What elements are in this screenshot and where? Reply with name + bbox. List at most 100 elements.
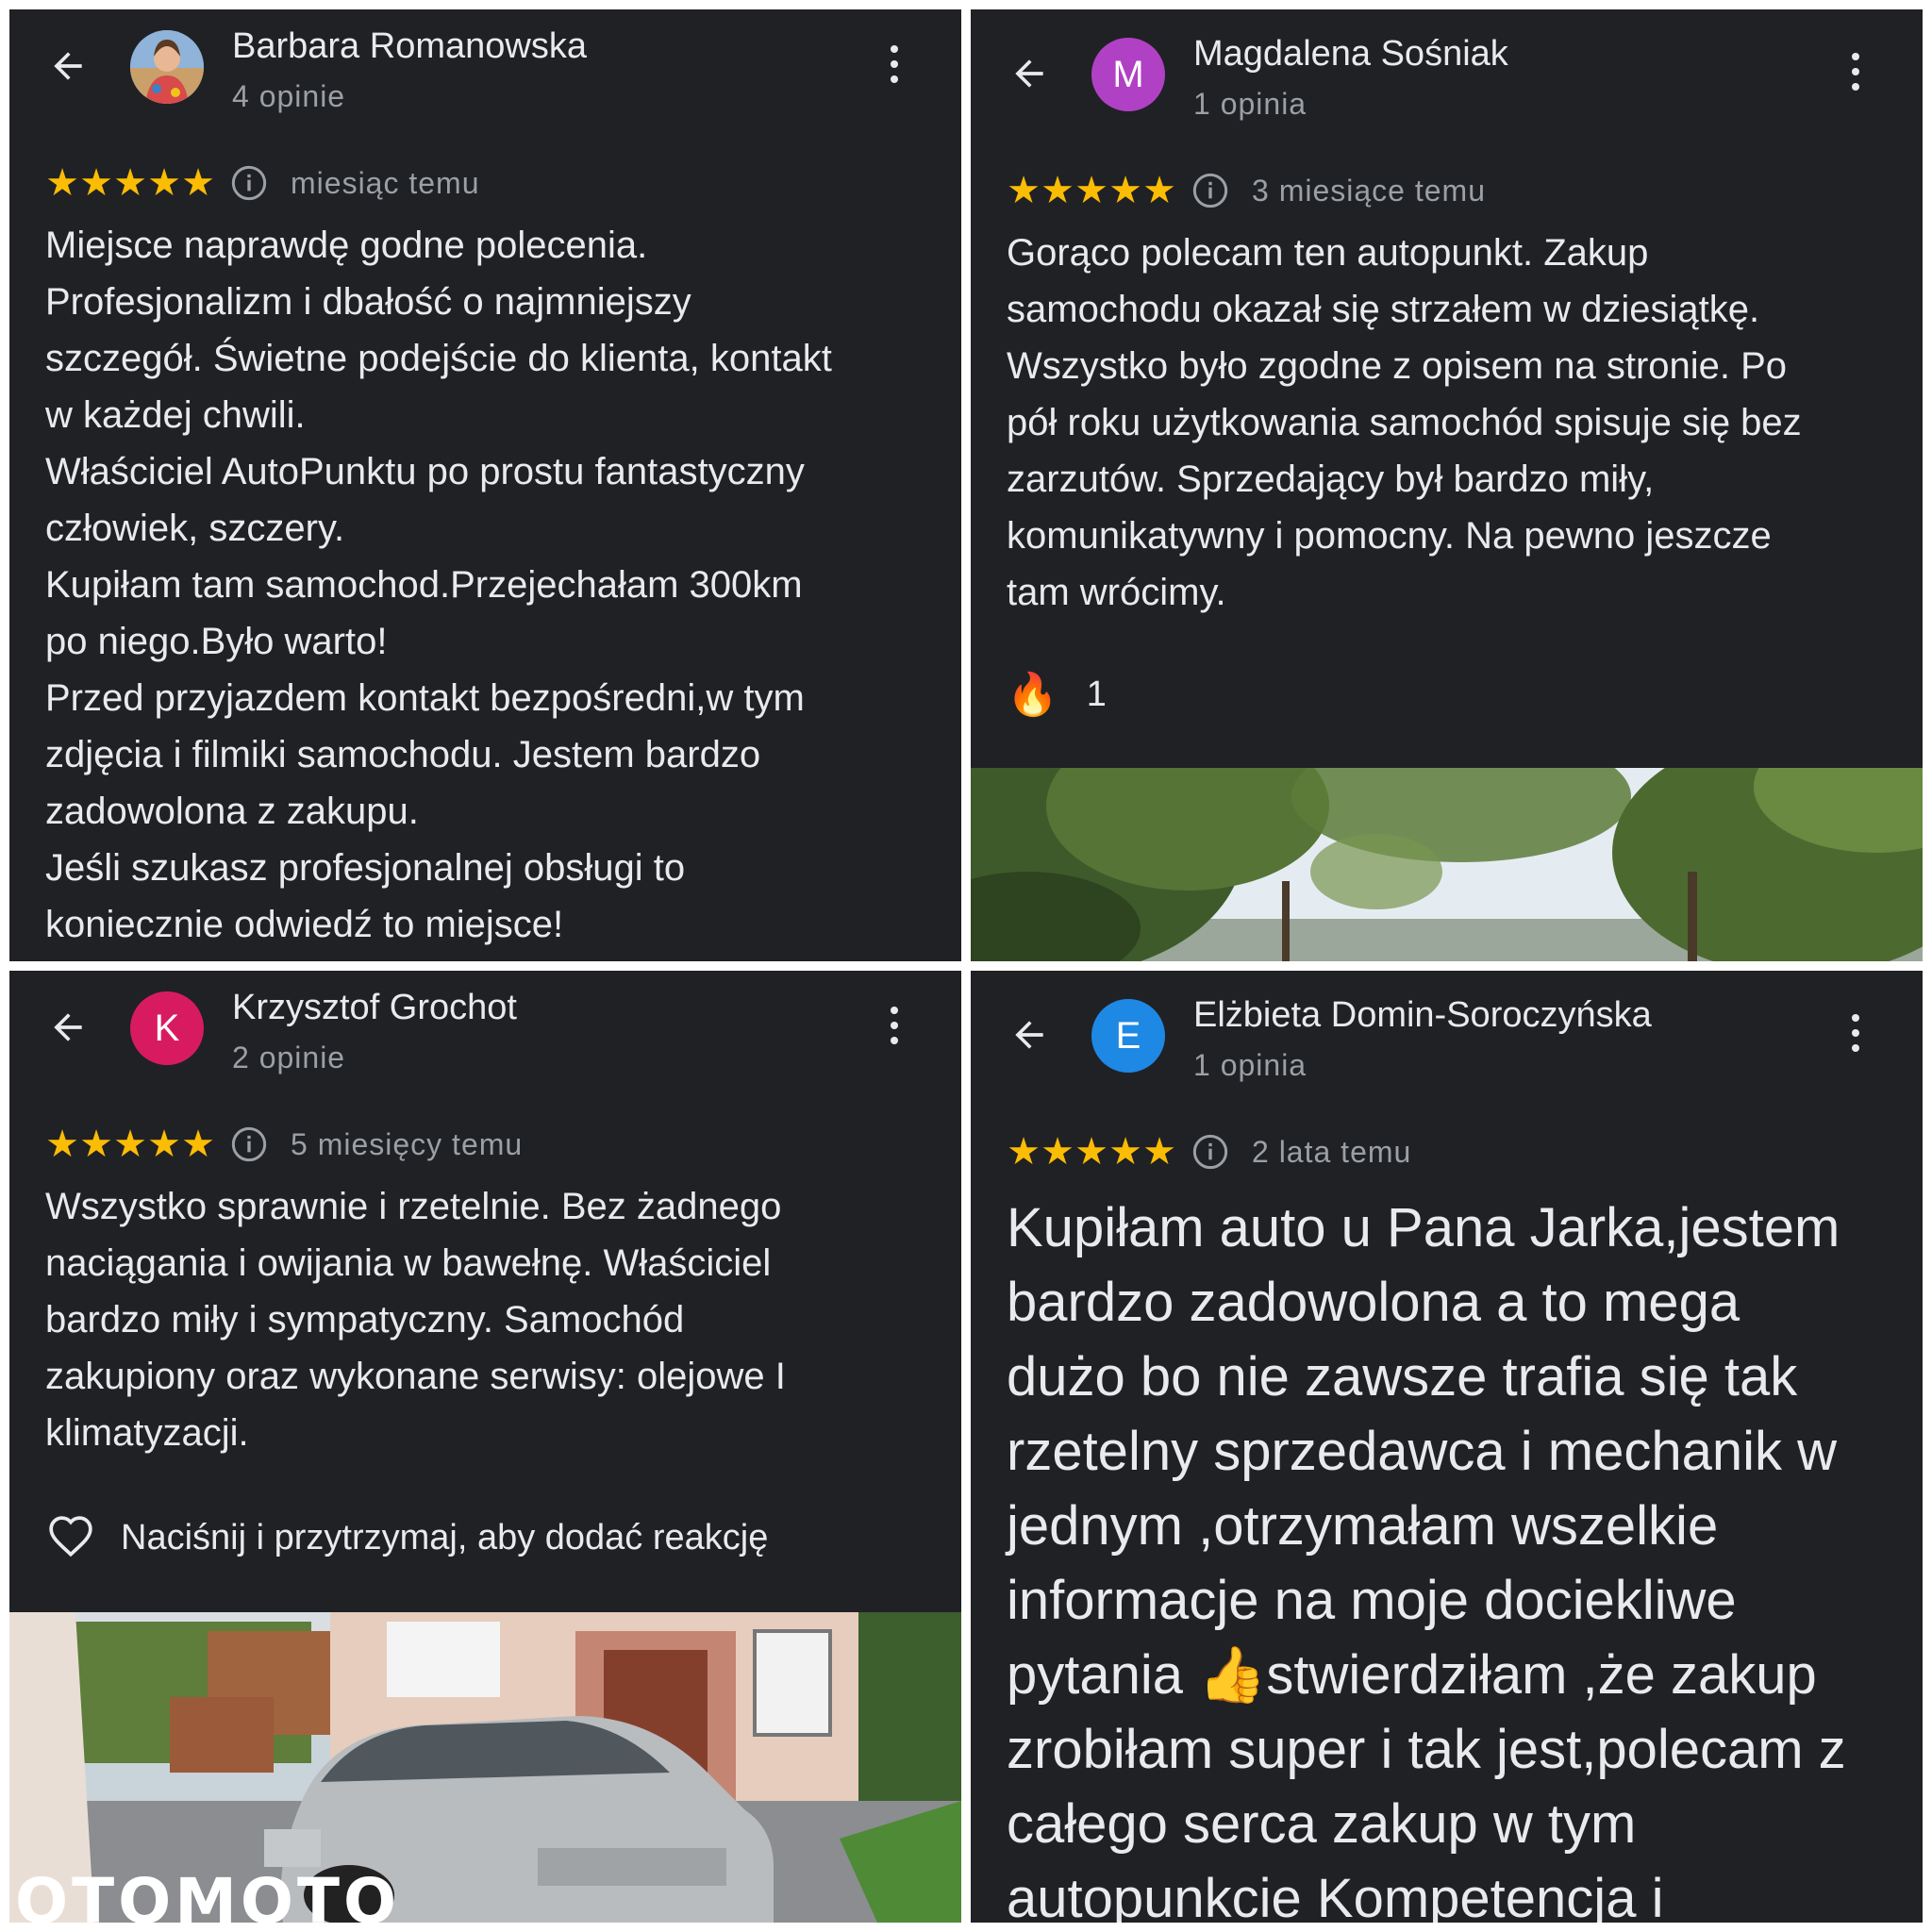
review-photo-car[interactable]: OTOMOTO xyxy=(9,1612,961,1923)
star-icon: ★ xyxy=(79,1124,113,1165)
review-line: człowiek, szczery. xyxy=(45,508,345,549)
review-card-barbara: Barbara Romanowska 4 opinie ★ ★ ★ ★ ★ mi… xyxy=(9,9,961,961)
star-icon: ★ xyxy=(79,162,113,204)
star-icon: ★ xyxy=(1108,170,1142,211)
star-icon: ★ xyxy=(1007,1131,1041,1173)
review-line: Jeśli szukasz profesjonalnej obsługi to xyxy=(45,847,686,889)
review-line: Kupiłam tam samochod.Przejechałam 300km xyxy=(45,564,803,606)
review-line: zdjęcia i filmiki samochodu. Jestem bard… xyxy=(45,734,761,775)
reviewer-name[interactable]: Krzysztof Grochot xyxy=(232,988,517,1028)
review-date: 3 miesiące temu xyxy=(1252,173,1486,208)
star-icon: ★ xyxy=(1074,170,1108,211)
star-icon: ★ xyxy=(1007,170,1041,211)
star-icon: ★ xyxy=(1142,1131,1176,1173)
review-line: całego serca zakup w tym xyxy=(1007,1793,1637,1855)
review-line: samochodu okazał się strzałem w dziesiąt… xyxy=(1007,289,1760,330)
review-line: rzetelny sprzedawca i mechanik w xyxy=(1007,1421,1838,1482)
reaction-count: 1 xyxy=(1086,674,1107,714)
review-line: zrobiłam super i tak jest,polecam z xyxy=(1007,1719,1846,1780)
review-card-magdalena: M Magdalena Sośniak 1 opinia ★ ★ ★ ★ ★ 3… xyxy=(971,9,1923,961)
reaction-prompt: Naciśnij i przytrzymaj, aby dodać reakcj… xyxy=(121,1517,769,1557)
review-line: Gorąco polecam ten autopunkt. Zakup xyxy=(1007,232,1649,274)
star-icon: ★ xyxy=(1108,1131,1142,1173)
star-icon: ★ xyxy=(1041,170,1074,211)
review-line: pytania 👍stwierdziłam ,że zakup xyxy=(1007,1644,1817,1706)
review-line: Profesjonalizm i dbałość o najmniejszy xyxy=(45,281,691,323)
review-line: koniecznie odwiedź to miejsce! xyxy=(45,904,564,945)
avatar[interactable]: E xyxy=(1091,999,1165,1073)
review-line: komunikatywny i pomocny. Na pewno jeszcz… xyxy=(1007,515,1772,557)
star-icon: ★ xyxy=(113,162,147,204)
review-line: zakupiony oraz wykonane serwisy: olejowe… xyxy=(45,1356,786,1397)
avatar-letter: K xyxy=(154,1007,180,1049)
review-line: naciągania i owijania w bawełnę. Właścic… xyxy=(45,1242,772,1284)
back-arrow-icon[interactable] xyxy=(1008,53,1050,94)
review-line: klimatyzacji. xyxy=(45,1412,249,1454)
heart-icon xyxy=(47,1514,94,1561)
info-icon[interactable] xyxy=(1191,1133,1229,1171)
review-text: Gorąco polecam ten autopunkt. Zakup samo… xyxy=(1007,225,1893,621)
reviewer-name[interactable]: Barbara Romanowska xyxy=(232,26,587,67)
review-line: tam wrócimy. xyxy=(1007,572,1226,613)
info-icon[interactable] xyxy=(230,1125,268,1163)
otomoto-watermark: OTOMOTO xyxy=(15,1865,401,1923)
review-line: Wszystko sprawnie i rzetelnie. Bez żadne… xyxy=(45,1186,782,1227)
review-card-krzysztof: K Krzysztof Grochot 2 opinie ★ ★ ★ ★ ★ 5… xyxy=(9,971,961,1923)
avatar[interactable] xyxy=(130,30,204,104)
rating-row: ★ ★ ★ ★ ★ 5 miesięcy temu xyxy=(45,1124,523,1165)
rating-row: ★ ★ ★ ★ ★ miesiąc temu xyxy=(45,162,480,204)
reviewer-name[interactable]: Elżbieta Domin-Soroczyńska xyxy=(1193,995,1652,1036)
review-line: informacje na moje dociekliwe xyxy=(1007,1570,1737,1631)
reviewer-name[interactable]: Magdalena Sośniak xyxy=(1193,34,1508,75)
rating-row: ★ ★ ★ ★ ★ 2 lata temu xyxy=(1007,1131,1411,1173)
star-icon: ★ xyxy=(1041,1131,1074,1173)
review-line: szczegół. Świetne podejście do klienta, … xyxy=(45,338,832,379)
more-options-icon[interactable] xyxy=(885,1007,904,1052)
review-line: dużo bo nie zawsze trafia się tak xyxy=(1007,1346,1798,1407)
review-text: Kupiłam auto u Pana Jarka,jestem bardzo … xyxy=(1007,1191,1893,1923)
review-text: Miejsce naprawdę godne polecenia. Profes… xyxy=(45,217,932,953)
reaction-chip[interactable]: 🔥 1 xyxy=(1007,670,1107,719)
more-options-icon[interactable] xyxy=(1846,53,1865,98)
review-count: 1 opinia xyxy=(1193,1048,1307,1082)
back-arrow-icon[interactable] xyxy=(1008,1014,1050,1056)
star-icon: ★ xyxy=(147,162,181,204)
review-line: Wszystko było zgodne z opisem na stronie… xyxy=(1007,345,1788,387)
review-text: Wszystko sprawnie i rzetelnie. Bez żadne… xyxy=(45,1178,932,1461)
review-line: bardzo miły i sympatyczny. Samochód xyxy=(45,1299,685,1341)
star-icon: ★ xyxy=(1142,170,1176,211)
star-icon: ★ xyxy=(45,162,79,204)
review-count: 1 opinia xyxy=(1193,87,1307,121)
fire-icon: 🔥 xyxy=(1007,672,1058,718)
star-icon: ★ xyxy=(113,1124,147,1165)
back-arrow-icon[interactable] xyxy=(47,1007,89,1048)
review-card-elzbieta: E Elżbieta Domin-Soroczyńska 1 opinia ★ … xyxy=(971,971,1923,1923)
review-count: 2 opinie xyxy=(232,1041,346,1074)
review-line: zadowolona z zakupu. xyxy=(45,791,419,832)
review-line: Właściciel AutoPunktu po prostu fantasty… xyxy=(45,451,805,492)
review-line: Kupiłam auto u Pana Jarka,jestem xyxy=(1007,1197,1840,1258)
avatar-letter: M xyxy=(1112,53,1144,95)
review-line: zarzutów. Sprzedający był bardzo miły, xyxy=(1007,458,1655,500)
review-line: Przed przyjazdem kontakt bezpośredni,w t… xyxy=(45,677,805,719)
review-count: 4 opinie xyxy=(232,79,346,113)
avatar-letter: E xyxy=(1115,1014,1141,1057)
avatar[interactable]: K xyxy=(130,991,204,1065)
review-line: jednym ,otrzymałam wszelkie xyxy=(1007,1495,1719,1557)
star-icon: ★ xyxy=(45,1124,79,1165)
star-icon: ★ xyxy=(1074,1131,1108,1173)
more-options-icon[interactable] xyxy=(885,45,904,91)
rating-row: ★ ★ ★ ★ ★ 3 miesiące temu xyxy=(1007,170,1486,211)
review-date: 2 lata temu xyxy=(1252,1134,1412,1169)
back-arrow-icon[interactable] xyxy=(47,45,89,87)
review-line: bardzo zadowolona a to mega xyxy=(1007,1272,1740,1333)
review-line: w każdej chwili. xyxy=(45,394,306,436)
review-date: 5 miesięcy temu xyxy=(291,1126,524,1161)
info-icon[interactable] xyxy=(230,164,268,202)
info-icon[interactable] xyxy=(1191,172,1229,209)
add-reaction-button[interactable]: Naciśnij i przytrzymaj, aby dodać reakcj… xyxy=(47,1514,768,1561)
avatar[interactable]: M xyxy=(1091,38,1165,111)
more-options-icon[interactable] xyxy=(1846,1014,1865,1059)
review-line: autopunkcie Kompetencja i xyxy=(1007,1868,1664,1923)
review-photo-trees[interactable] xyxy=(971,768,1923,961)
